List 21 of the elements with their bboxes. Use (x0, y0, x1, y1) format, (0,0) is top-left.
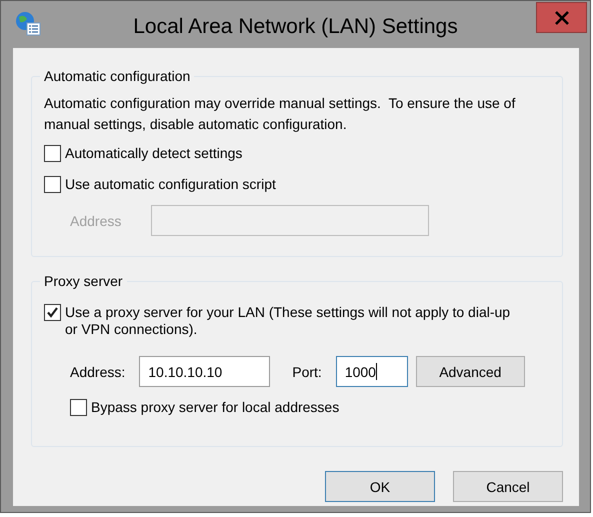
field-label: Address: (70, 364, 126, 380)
checkbox-label[interactable]: Use automatic configuration script (65, 176, 548, 193)
description-text: Automatic configuration may override manual settings. To ensure the use of manual settings, disable automatic configuration. (44, 94, 516, 134)
checkbox[interactable] (44, 145, 61, 162)
address-field[interactable]: 10.10.10.10 (139, 356, 270, 387)
ok-button[interactable]: OK (325, 471, 435, 502)
advanced-button[interactable]: Advanced (416, 356, 525, 387)
checkbox-label[interactable]: Bypass proxy server for local addresses (91, 399, 548, 416)
checkbox[interactable] (44, 176, 61, 193)
field-label: Port: (292, 364, 322, 380)
port-field[interactable]: 1000 (336, 356, 408, 387)
window-title: Local Area Network (LAN) Settings (132, 14, 459, 38)
checkbox-label[interactable]: Automatically detect settings (65, 145, 548, 162)
close-icon (554, 10, 568, 24)
checkbox[interactable] (70, 399, 87, 416)
field-label: Address (70, 212, 122, 228)
checkbox[interactable] (44, 304, 61, 321)
checkbox-label[interactable]: Use a proxy server for your LAN (These settings will not apply to dial-up or VPN connections). (65, 304, 524, 338)
network-settings-icon (15, 11, 41, 37)
cancel-button[interactable]: Cancel (453, 471, 563, 502)
close-button[interactable] (536, 2, 587, 33)
